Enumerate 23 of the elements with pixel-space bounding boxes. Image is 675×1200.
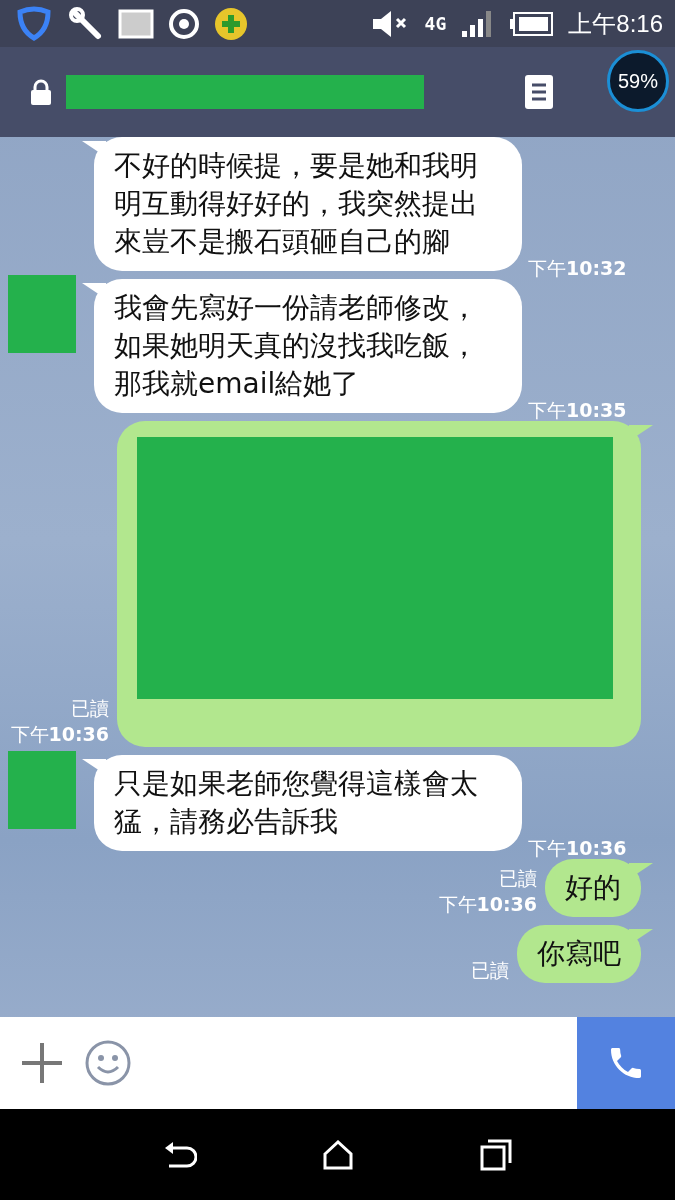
home-icon[interactable] (322, 1139, 355, 1170)
message-time: 下午10:32 (528, 256, 627, 281)
read-receipt: 已讀 (471, 958, 509, 983)
notes-icon[interactable] (525, 75, 553, 109)
picture-icon (118, 8, 154, 39)
message-time: 下午10:36 (438, 892, 537, 917)
call-button[interactable] (577, 1017, 675, 1109)
message-time: 下午10:35 (528, 398, 627, 423)
lock-icon (30, 79, 52, 105)
wrench-icon (68, 5, 104, 42)
plus-app-icon (214, 6, 248, 41)
input-bar[interactable] (0, 1017, 577, 1109)
message-time: 下午10:36 (10, 722, 109, 747)
read-receipt: 已讀 (71, 696, 109, 721)
emoji-icon[interactable] (84, 1039, 132, 1087)
status-time: 上午8:16 (568, 8, 663, 39)
battery-icon (510, 10, 555, 37)
target-icon (168, 7, 200, 40)
network-type: 4G (424, 13, 447, 34)
read-receipt: 已讀 (499, 866, 537, 891)
message-time: 下午10:36 (528, 836, 627, 861)
recent-apps-icon[interactable] (480, 1138, 513, 1171)
plus-icon[interactable] (20, 1041, 64, 1085)
